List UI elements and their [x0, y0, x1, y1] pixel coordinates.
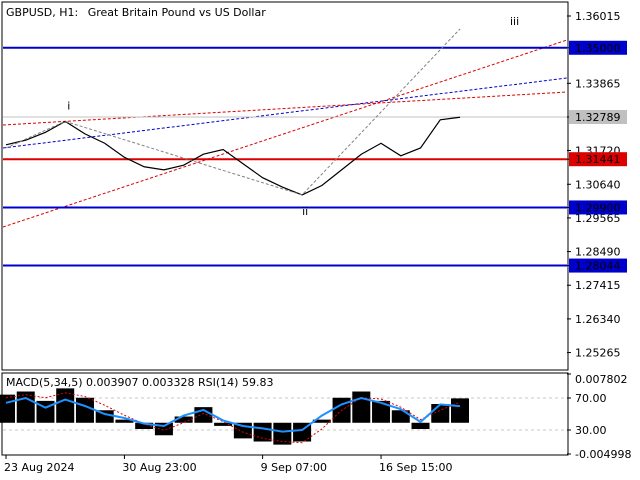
indicator-y-label: -0.004998	[575, 448, 631, 461]
indicator-y-label: 0.007802	[575, 373, 628, 386]
y-tick-label: 1.30640	[575, 178, 621, 191]
wave-label: iii	[510, 15, 519, 28]
price-panel	[1, 1, 569, 371]
symbol-label: GBPUSD, H1:	[6, 6, 78, 19]
macd-bar	[75, 397, 94, 423]
macd-bar	[451, 398, 469, 423]
x-tick-label: 16 Sep 15:00	[379, 461, 452, 474]
macd-bar	[214, 422, 233, 426]
y-tick-label: 1.36015	[575, 10, 621, 23]
current-price-label: 1.32789	[575, 111, 621, 124]
y-tick-label: 1.28490	[575, 246, 621, 259]
y-tick-label: 1.27415	[575, 279, 621, 292]
chart-header: GBPUSD, H1: Great Britain Pound vs US Do…	[6, 6, 266, 19]
macd-bar	[431, 404, 450, 423]
macd-bar	[0, 394, 15, 423]
indicator-label: MACD(5,34,5) 0.003907 0.003328 RSI(14) 5…	[6, 376, 273, 389]
macd-bar	[16, 391, 35, 423]
macd-bar	[411, 422, 430, 430]
level-price-label: 1.29900	[575, 201, 621, 214]
level-price-label: 1.28044	[575, 260, 621, 273]
macd-bar	[56, 388, 75, 423]
x-tick-label: 23 Aug 2024	[4, 461, 74, 474]
indicator-y-label: 30.00	[575, 424, 607, 437]
level-price-label: 1.31441	[575, 153, 621, 166]
level-price-label: 1.35000	[575, 42, 621, 55]
indicator-y-label: 70.00	[575, 392, 607, 405]
y-tick-label: 1.25265	[575, 347, 621, 360]
x-tick-label: 9 Sep 07:00	[261, 461, 327, 474]
y-tick-label: 1.26340	[575, 313, 621, 326]
symbol-description: Great Britain Pound vs US Dollar	[88, 6, 267, 19]
wave-label: i	[67, 99, 70, 112]
macd-bar	[352, 391, 371, 423]
y-tick-label: 1.33865	[575, 77, 621, 90]
chart-canvas: GBPUSD, H1: Great Britain Pound vs US Do…	[0, 1, 631, 474]
x-tick-label: 30 Aug 23:00	[122, 461, 196, 474]
wave-label: ii	[302, 205, 308, 218]
